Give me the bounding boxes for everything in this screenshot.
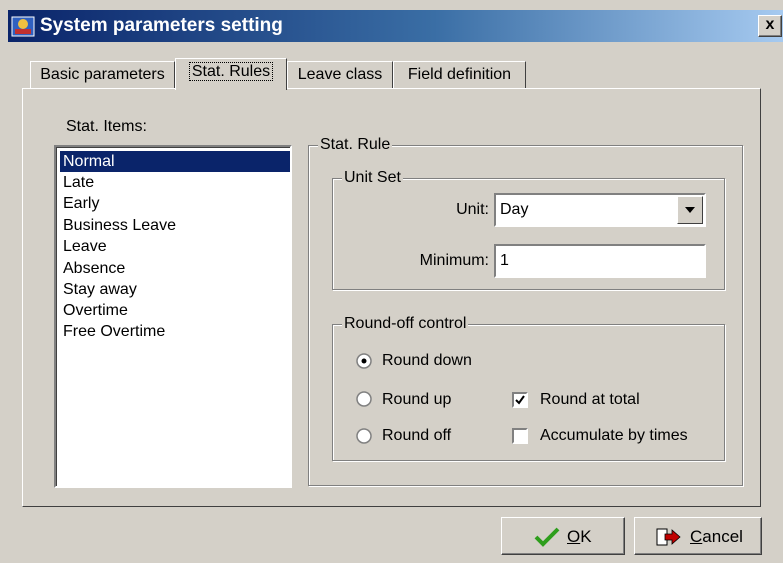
window-title: System parameters setting xyxy=(40,15,283,36)
app-icon xyxy=(11,14,35,38)
cancel-mnemonic: C xyxy=(690,527,703,546)
tab-label: Leave class xyxy=(297,66,383,83)
ok-label: K xyxy=(580,527,592,546)
tab-leave-class[interactable]: Leave class xyxy=(287,61,393,88)
round-down-label: Round down xyxy=(382,352,472,369)
round-off-label: Round off xyxy=(382,427,452,444)
stat-items-label: Stat. Items: xyxy=(66,118,147,135)
minimum-value: 1 xyxy=(500,252,509,269)
ok-mnemonic: O xyxy=(567,527,581,546)
title-bar[interactable]: System parameters setting x xyxy=(8,10,783,42)
exit-door-arrow-icon xyxy=(655,527,681,552)
list-item[interactable]: Late xyxy=(60,172,290,193)
close-icon: x xyxy=(765,16,775,33)
cancel-label: ancel xyxy=(702,527,743,546)
round-off-legend: Round-off control xyxy=(342,315,469,333)
round-down-radio[interactable] xyxy=(356,353,372,369)
list-item[interactable]: Early xyxy=(60,193,290,214)
unit-label: Unit: xyxy=(456,201,489,218)
list-item[interactable]: Leave xyxy=(60,236,290,257)
list-item[interactable]: Overtime xyxy=(60,300,290,321)
unit-set-legend: Unit Set xyxy=(342,169,403,187)
list-item[interactable]: Absence xyxy=(60,258,290,279)
list-item[interactable]: Stay away xyxy=(60,279,290,300)
list-item[interactable]: Free Overtime xyxy=(60,321,290,342)
close-button[interactable]: x xyxy=(758,15,782,37)
stat-items-list[interactable]: Normal Late Early Business Leave Leave A… xyxy=(54,145,292,488)
tab-label: Field definition xyxy=(407,66,512,83)
checkmark-icon xyxy=(515,395,525,405)
tab-label: Basic parameters xyxy=(40,66,165,83)
checkmark-icon xyxy=(534,527,560,552)
minimum-input[interactable]: 1 xyxy=(494,244,706,278)
unit-select[interactable]: Day xyxy=(494,193,706,227)
ok-button[interactable]: OK xyxy=(501,517,625,555)
stat-rule-legend: Stat. Rule xyxy=(318,136,393,154)
round-up-label: Round up xyxy=(382,391,452,408)
tab-basic-parameters[interactable]: Basic parameters xyxy=(30,61,175,88)
accumulate-by-times-checkbox[interactable] xyxy=(512,428,528,444)
unit-dropdown-button[interactable] xyxy=(677,196,703,224)
list-item[interactable]: Normal xyxy=(60,151,290,172)
cancel-button[interactable]: Cancel xyxy=(634,517,762,555)
list-item[interactable]: Business Leave xyxy=(60,215,290,236)
tab-field-definition[interactable]: Field definition xyxy=(393,61,526,88)
minimum-label: Minimum: xyxy=(419,252,489,269)
round-at-total-checkbox[interactable] xyxy=(512,392,528,408)
tab-label: Stat. Rules xyxy=(188,62,274,81)
round-up-radio[interactable] xyxy=(356,391,372,407)
tab-stat-rules[interactable]: Stat. Rules xyxy=(175,58,287,90)
round-at-total-label: Round at total xyxy=(540,391,640,408)
unit-value: Day xyxy=(500,201,529,218)
system-parameters-window: System parameters setting x Basic parame… xyxy=(0,0,783,563)
accumulate-by-times-label: Accumulate by times xyxy=(540,427,688,444)
chevron-down-icon xyxy=(685,207,695,213)
round-off-radio[interactable] xyxy=(356,428,372,444)
